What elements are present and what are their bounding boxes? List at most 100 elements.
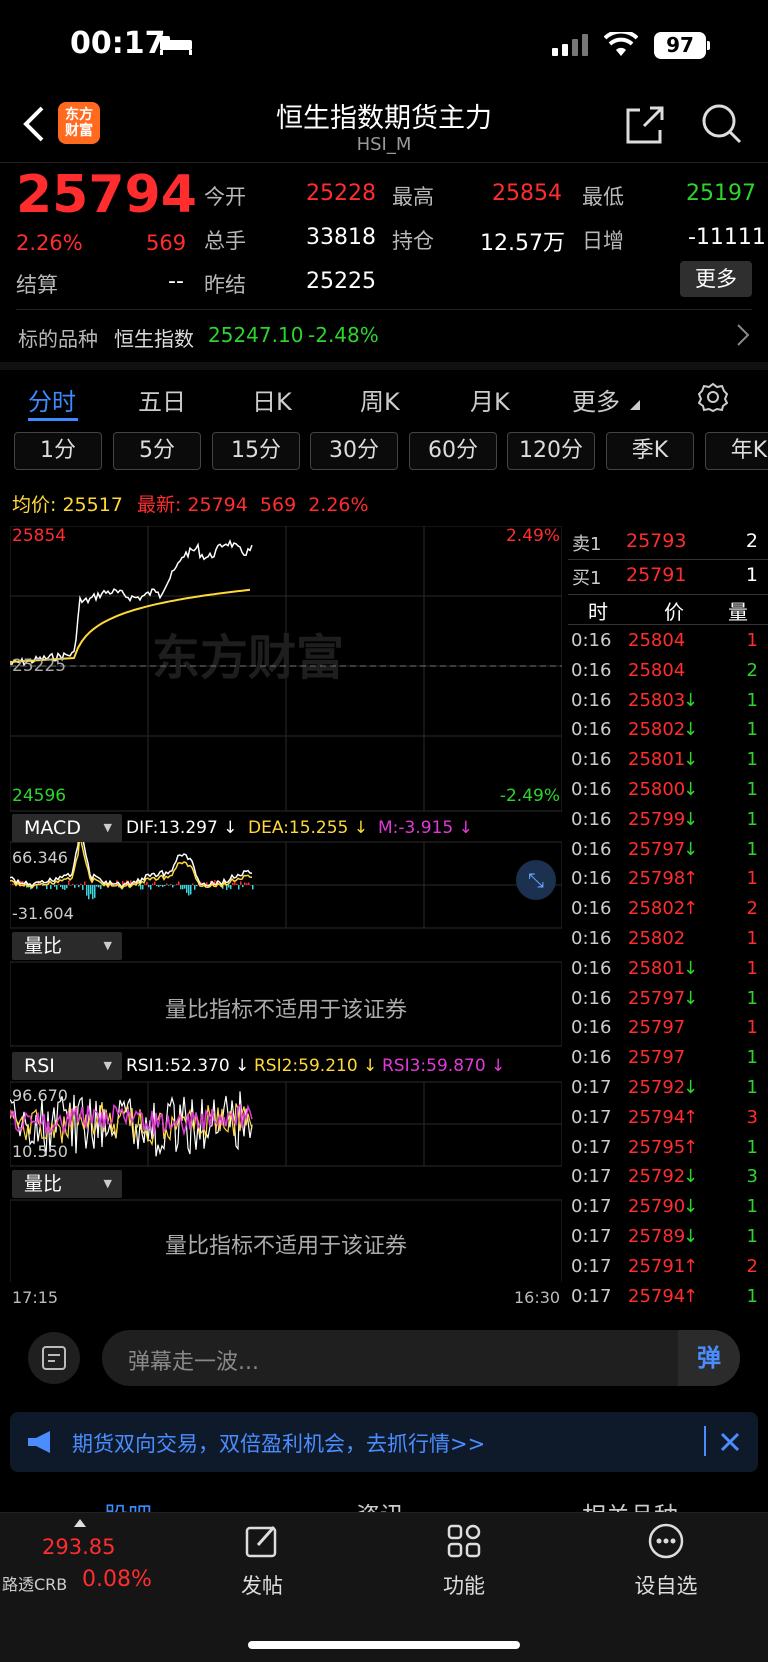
- tab-news[interactable]: 资讯: [356, 1496, 404, 1512]
- search-icon[interactable]: [700, 102, 742, 146]
- rsi-selector[interactable]: RSI ▼: [12, 1052, 122, 1080]
- macd-bar: [90, 885, 92, 895]
- macd-bar: [158, 885, 160, 888]
- trade-price: 25801: [628, 749, 686, 771]
- trade-price: 25803: [628, 689, 686, 711]
- danmu-button[interactable]: 弹: [678, 1330, 740, 1386]
- trade-time: 0:16: [571, 630, 612, 651]
- tab-five-day[interactable]: 五日: [138, 382, 186, 417]
- trade-row: 0:16 25804 1: [568, 630, 768, 660]
- tab-daily-k[interactable]: 日K: [252, 382, 292, 417]
- change-amount: 569: [146, 231, 187, 255]
- nav-post[interactable]: 发帖: [212, 1523, 312, 1600]
- chevron-right-icon[interactable]: [736, 323, 750, 347]
- ask-price: 25793: [626, 530, 687, 552]
- vol-ratio-selector-2[interactable]: 量比 ▼: [12, 1170, 122, 1198]
- axis-end-time: 16:30: [514, 1288, 561, 1307]
- trade-row: 0:16 25797 ↓ 1: [568, 988, 768, 1018]
- underlying-name[interactable]: 恒生指数: [114, 323, 194, 352]
- settle-value: --: [168, 269, 184, 294]
- tab-more[interactable]: 更多: [572, 382, 620, 417]
- macd-bar: [138, 885, 140, 887]
- period-quarter-k[interactable]: 季K: [606, 432, 694, 470]
- volume-label: 总手: [204, 229, 246, 253]
- prev-settle-label: 昨结: [204, 273, 246, 297]
- vol-ratio-selector-1[interactable]: 量比 ▼: [12, 932, 122, 960]
- trade-price: 25795: [628, 1136, 686, 1158]
- period-1min[interactable]: 1分: [14, 432, 102, 470]
- period-60min[interactable]: 60分: [409, 432, 497, 470]
- trade-qty: 1: [746, 1226, 758, 1247]
- macd-bar: [246, 883, 248, 885]
- fullscreen-icon[interactable]: ⤡: [516, 860, 556, 900]
- divider: [568, 559, 768, 560]
- trade-time: 0:17: [571, 1285, 612, 1307]
- trade-price: 25802: [628, 928, 686, 949]
- trade-row: 0:16 25802 1: [568, 928, 768, 958]
- macd-bar: [50, 885, 52, 889]
- period-5min[interactable]: 5分: [113, 432, 201, 470]
- trade-price: 25804: [628, 630, 686, 651]
- trade-price: 25800: [628, 779, 686, 800]
- macd-bar: [236, 883, 238, 885]
- period-120min[interactable]: 120分: [507, 432, 595, 470]
- trade-time: 0:16: [571, 689, 612, 711]
- macd-bar: [60, 885, 62, 888]
- comment-placeholder: 弹幕走一波...: [128, 1350, 259, 1375]
- chart-area[interactable]: 东方财富 25854 2.49% 25225 24596 -2.49% MACD…: [10, 526, 562, 1307]
- tab-related[interactable]: 相关品种: [582, 1496, 678, 1512]
- macd-bar: [226, 885, 228, 890]
- period-15min[interactable]: 15分: [212, 432, 300, 470]
- share-icon[interactable]: [624, 104, 666, 146]
- nav-watchlist[interactable]: 设自选: [616, 1523, 716, 1600]
- nav-function[interactable]: 功能: [414, 1523, 514, 1600]
- latest-label: 最新:: [136, 494, 182, 516]
- vol-ratio-name-2: 量比: [24, 1173, 63, 1195]
- macd-selector[interactable]: MACD ▼: [12, 814, 122, 842]
- comment-input[interactable]: 弹幕走一波... 弹: [102, 1330, 740, 1386]
- low-value: 25197: [686, 181, 756, 206]
- trade-time: 0:16: [571, 719, 612, 741]
- trade-time: 0:16: [571, 987, 612, 1009]
- settings-gear-icon[interactable]: [698, 382, 728, 412]
- trade-direction: ↓: [683, 1196, 699, 1218]
- bottom-nav: 293.85 路透CRB 0.08% 发帖 功能 设自选: [0, 1512, 768, 1662]
- vol-ratio-na-2: 量比指标不适用于该证券: [164, 1234, 407, 1259]
- tab-monthly-k[interactable]: 月K: [470, 382, 510, 417]
- period-year-k[interactable]: 年K: [705, 432, 768, 470]
- tab-forum[interactable]: 股吧: [104, 1496, 152, 1512]
- macd-bar: [92, 885, 94, 900]
- trade-price: 25791: [628, 1255, 686, 1277]
- trade-time: 0:16: [571, 808, 612, 830]
- tab-weekly-k[interactable]: 周K: [360, 382, 400, 417]
- period-30min[interactable]: 30分: [310, 432, 398, 470]
- chart-svg: 东方财富: [10, 526, 562, 1282]
- trade-time: 0:16: [571, 659, 612, 681]
- trade-qty: 1: [746, 1017, 758, 1039]
- trade-direction: ↓: [683, 689, 699, 711]
- col-price: 价: [664, 600, 684, 624]
- signal-icon: [552, 34, 588, 56]
- trade-direction: ↓: [683, 957, 699, 979]
- tab-intraday[interactable]: 分时: [28, 382, 76, 417]
- trade-qty: 1: [746, 630, 758, 651]
- trade-row: 0:17 25794 ↑ 1: [568, 1286, 768, 1316]
- promo-banner[interactable]: 期货双向交易，双倍盈利机会，去抓行情>>: [10, 1412, 758, 1472]
- trade-row: 0:17 25792 ↓ 3: [568, 1166, 768, 1196]
- dea-value: DEA:15.255 ↓: [248, 818, 369, 838]
- macd-bar: [164, 885, 166, 887]
- avg-value: 25517: [62, 494, 123, 516]
- macd-bar: [142, 885, 144, 890]
- dropdown-icon: ▼: [103, 821, 112, 834]
- trade-price: 25792: [628, 1077, 686, 1098]
- dropdown-icon: [630, 400, 640, 410]
- dif-value: DIF:13.297 ↓: [126, 818, 238, 838]
- macd-bar: [74, 885, 76, 888]
- oi-value: 12.57万: [480, 231, 565, 256]
- close-icon[interactable]: [720, 1432, 740, 1452]
- trade-time: 0:17: [571, 1196, 612, 1218]
- trade-qty: 1: [746, 689, 758, 711]
- notes-icon[interactable]: [28, 1332, 80, 1384]
- more-button[interactable]: 更多: [680, 261, 752, 297]
- high-value: 25854: [492, 181, 562, 206]
